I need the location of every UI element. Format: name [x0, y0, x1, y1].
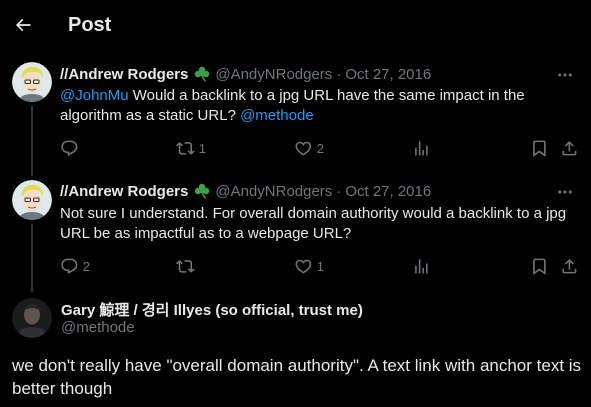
- like-icon: [295, 141, 312, 156]
- bookmark-button[interactable]: [530, 138, 549, 158]
- separator-dot: ·: [336, 182, 342, 200]
- like-icon: [295, 259, 312, 274]
- more-icon: [558, 73, 572, 77]
- avatar[interactable]: [12, 298, 52, 338]
- back-button[interactable]: [10, 12, 36, 38]
- author-handle[interactable]: @AndyNRodgers: [215, 183, 332, 200]
- retweet-button[interactable]: [176, 256, 199, 276]
- back-arrow-icon: [15, 18, 31, 32]
- share-button[interactable]: [560, 138, 579, 158]
- like-button[interactable]: 1: [294, 256, 324, 276]
- author-name[interactable]: Gary 鯨理 / 경리 Illyes (so official, trust …: [61, 299, 363, 320]
- author-handle[interactable]: @methode: [61, 319, 135, 336]
- bookmark-icon: [533, 258, 546, 275]
- bookmark-button[interactable]: [530, 256, 549, 276]
- retweet-button[interactable]: 1: [176, 138, 206, 158]
- post-header: Post: [0, 0, 591, 52]
- shamrock-icon: [193, 65, 211, 83]
- post-text: we don't really have "overall domain aut…: [12, 356, 582, 398]
- share-icon: [562, 258, 577, 274]
- mention-link[interactable]: @JohnMu: [60, 87, 129, 104]
- author-handle[interactable]: @AndyNRodgers: [215, 66, 332, 83]
- shamrock-icon: [193, 182, 211, 200]
- thread-connector: [31, 106, 33, 176]
- views-icon: [415, 258, 428, 274]
- author-name[interactable]: //Andrew Rodgers: [60, 183, 188, 200]
- page-title: Post: [68, 14, 112, 36]
- reply-button[interactable]: [60, 138, 83, 158]
- reply-icon: [61, 258, 78, 274]
- action-bar: 2 1: [60, 256, 580, 276]
- views-button[interactable]: [412, 256, 431, 276]
- reply-icon: [61, 140, 78, 156]
- tweet-date[interactable]: Oct 27, 2016: [345, 183, 431, 200]
- retweet-icon: [176, 141, 195, 155]
- action-bar: 1 2: [60, 138, 580, 158]
- retweet-icon: [176, 259, 195, 273]
- tweet-date[interactable]: Oct 27, 2016: [345, 66, 431, 83]
- tweet-text: @JohnMu Would a backlink to a jpg URL ha…: [60, 86, 570, 126]
- separator-dot: ·: [336, 65, 342, 83]
- views-icon: [415, 140, 428, 156]
- avatar[interactable]: [12, 180, 52, 220]
- tweet-author-row: //Andrew Rodgers @AndyNRodgers · Oct 27,…: [60, 182, 431, 200]
- reply-button[interactable]: 2: [60, 256, 90, 276]
- tweet-text: Not sure I understand. For overall domai…: [60, 205, 567, 242]
- share-icon: [562, 140, 577, 156]
- views-button[interactable]: [412, 138, 431, 158]
- more-icon: [558, 190, 572, 194]
- like-button[interactable]: 2: [294, 138, 324, 158]
- more-button[interactable]: [555, 182, 575, 202]
- share-button[interactable]: [560, 256, 579, 276]
- bookmark-icon: [533, 140, 546, 157]
- thread-connector: [31, 224, 33, 292]
- tweet-author-row: //Andrew Rodgers @AndyNRodgers · Oct 27,…: [60, 65, 431, 83]
- more-button[interactable]: [555, 65, 575, 85]
- mention-link[interactable]: @methode: [240, 107, 314, 124]
- author-name[interactable]: //Andrew Rodgers: [60, 66, 188, 83]
- avatar[interactable]: [12, 62, 52, 102]
